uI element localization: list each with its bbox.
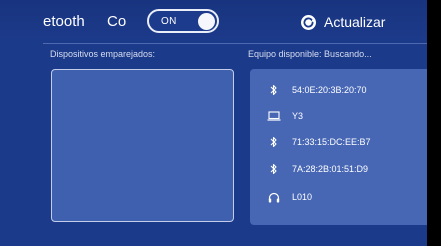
- refresh-icon: [301, 14, 316, 30]
- toggle-knob: [198, 13, 215, 30]
- available-devices-title: Equipo disponible: Buscando...: [248, 49, 372, 59]
- bluetooth-icon: [262, 83, 286, 97]
- device-name: Y3: [292, 111, 304, 121]
- refresh-label: Actualizar: [324, 14, 386, 30]
- bluetooth-label: etooth: [43, 13, 85, 30]
- toggle-state-label: ON: [161, 16, 177, 27]
- device-item[interactable]: 54:0E:20:3B:20:70: [250, 80, 420, 100]
- paired-devices-list[interactable]: [51, 69, 234, 222]
- bluetooth-icon: [262, 135, 286, 149]
- device-name: 7A:28:2B:01:51:D9: [292, 164, 369, 174]
- device-item[interactable]: L010: [250, 187, 420, 207]
- refresh-button[interactable]: Actualizar: [301, 12, 385, 32]
- device-item[interactable]: 71:33:15:DC:EE:B7: [250, 132, 420, 152]
- header-divider: [43, 43, 427, 44]
- screen-edge: [427, 0, 441, 246]
- device-name: 71:33:15:DC:EE:B7: [292, 137, 371, 147]
- device-item[interactable]: 7A:28:2B:01:51:D9: [250, 159, 420, 179]
- connect-label: Co: [107, 13, 127, 30]
- headphones-icon: [262, 190, 286, 204]
- bluetooth-settings-screen: etooth Co ON Actualizar Dispositivos emp…: [0, 0, 441, 246]
- device-item[interactable]: Y3: [250, 106, 420, 126]
- bluetooth-toggle[interactable]: ON: [147, 9, 219, 33]
- bluetooth-icon: [262, 162, 286, 176]
- laptop-icon: [262, 109, 286, 123]
- paired-devices-title: Dispositivos emparejados:: [50, 49, 156, 59]
- available-devices-list[interactable]: 54:0E:20:3B:20:70 Y3 71:33:15:DC:EE:B7 7…: [250, 69, 436, 225]
- device-name: 54:0E:20:3B:20:70: [292, 85, 367, 95]
- device-name: L010: [292, 192, 313, 202]
